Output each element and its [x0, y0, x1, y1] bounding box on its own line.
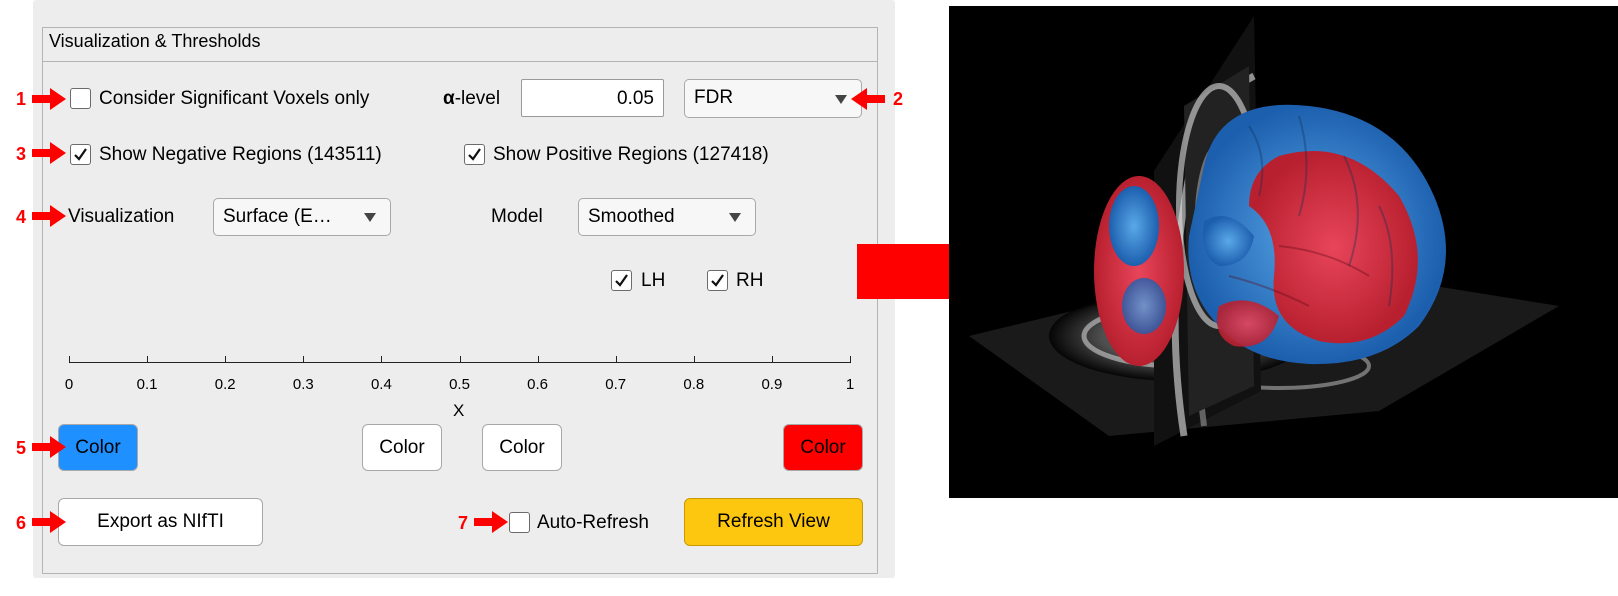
color-button-label: Color [800, 436, 846, 458]
axis-tick-label: 0.6 [527, 376, 549, 393]
axis-tick [537, 356, 539, 363]
axis-tick [693, 356, 695, 363]
auto-refresh-label: Auto-Refresh [537, 512, 649, 533]
lh-label: LH [641, 270, 666, 291]
export-nifti-button[interactable]: Export as NIfTI [58, 498, 263, 546]
axis-tick [771, 356, 773, 363]
color-button-label: Color [75, 436, 121, 458]
annotation-number-4: 4 [16, 207, 27, 227]
annotation-arrow-left-icon [851, 88, 885, 110]
negative-max-color-button[interactable]: Color [58, 424, 138, 471]
annotation-arrow-right-icon [32, 142, 66, 164]
group-title: Visualization & Thresholds [49, 31, 261, 51]
annotation-arrow-right-icon [474, 511, 508, 533]
axis-label: X [453, 401, 465, 420]
axis-tick [850, 356, 851, 363]
negative-regions-label: Show Negative Regions (143511) [99, 144, 382, 165]
negative-regions-checkbox[interactable] [70, 144, 91, 165]
color-button-label: Color [379, 436, 425, 458]
visualization-selected: Surface (E… [223, 206, 332, 227]
checkmark-icon [74, 148, 87, 161]
positive-min-color-button[interactable]: Color [482, 424, 562, 471]
axis-tick-label: 0.9 [761, 376, 783, 393]
chevron-down-icon [729, 213, 741, 222]
axis-tick-label: 0.2 [214, 376, 236, 393]
axis-tick-label: 0.7 [605, 376, 627, 393]
color-button-label: Color [499, 436, 545, 458]
axis-tick-label: 0.8 [683, 376, 705, 393]
axis-tick-label: 0.1 [136, 376, 158, 393]
model-selected: Smoothed [588, 206, 675, 227]
visualization-dropdown[interactable]: Surface (E… [213, 198, 391, 236]
axis-tick-label: 0.5 [449, 376, 470, 393]
annotation-number-1: 1 [16, 89, 27, 109]
brain-3d-render[interactable] [949, 6, 1618, 498]
refresh-button-label: Refresh View [717, 511, 830, 532]
axis-tick [225, 356, 227, 363]
axis-tick-label: 1 [845, 376, 855, 393]
alpha-level-text: -level [454, 88, 501, 109]
group-divider [43, 61, 877, 62]
axis-tick [381, 356, 383, 363]
checkmark-icon [615, 274, 628, 287]
correction-selected: FDR [694, 87, 734, 108]
positive-max-color-button[interactable]: Color [783, 424, 863, 471]
rh-label: RH [736, 270, 764, 291]
annotation-arrow-right-icon [32, 436, 66, 458]
chevron-down-icon [364, 213, 376, 222]
axis-tick [147, 356, 149, 363]
model-label: Model [491, 206, 543, 227]
rh-checkbox[interactable] [707, 270, 728, 291]
axis-tick [459, 356, 461, 363]
alpha-level-label: α-level [443, 88, 500, 110]
refresh-view-button[interactable]: Refresh View [684, 498, 863, 546]
axis-tick-label: 0.4 [370, 376, 392, 393]
axis-tick [615, 356, 617, 363]
axis-tick-label: 0.3 [292, 376, 314, 393]
alpha-level-input[interactable]: 0.05 [521, 79, 664, 117]
significant-voxels-label: Consider Significant Voxels only [99, 88, 370, 109]
chevron-down-icon [835, 94, 847, 104]
annotation-arrow-right-icon [32, 88, 66, 110]
visualization-label: Visualization [68, 206, 175, 227]
annotation-number-5: 5 [16, 438, 27, 458]
correction-dropdown[interactable]: FDR [684, 79, 862, 118]
annotation-number-7: 7 [458, 513, 469, 533]
auto-refresh-checkbox[interactable] [509, 512, 530, 533]
annotation-number-6: 6 [16, 513, 27, 533]
axis-tick [303, 356, 305, 363]
negative-min-color-button[interactable]: Color [362, 424, 442, 471]
axis-tick [69, 356, 70, 363]
checkmark-icon [468, 148, 481, 161]
annotation-number-2: 2 [893, 89, 904, 109]
annotation-arrow-right-icon [32, 511, 66, 533]
positive-regions-label: Show Positive Regions (127418) [493, 144, 769, 165]
brain-surface-image [969, 16, 1559, 446]
significant-voxels-checkbox[interactable] [70, 88, 91, 109]
lh-checkbox[interactable] [611, 270, 632, 291]
alpha-symbol: α [443, 88, 455, 109]
positive-regions-checkbox[interactable] [464, 144, 485, 165]
export-button-label: Export as NIfTI [97, 511, 224, 532]
checkmark-icon [711, 274, 724, 287]
axis-tick-label: 0 [64, 376, 74, 393]
model-dropdown[interactable]: Smoothed [578, 198, 756, 236]
annotation-number-3: 3 [16, 144, 27, 164]
alpha-level-value: 0.05 [617, 88, 654, 109]
annotation-arrow-right-icon [32, 205, 66, 227]
